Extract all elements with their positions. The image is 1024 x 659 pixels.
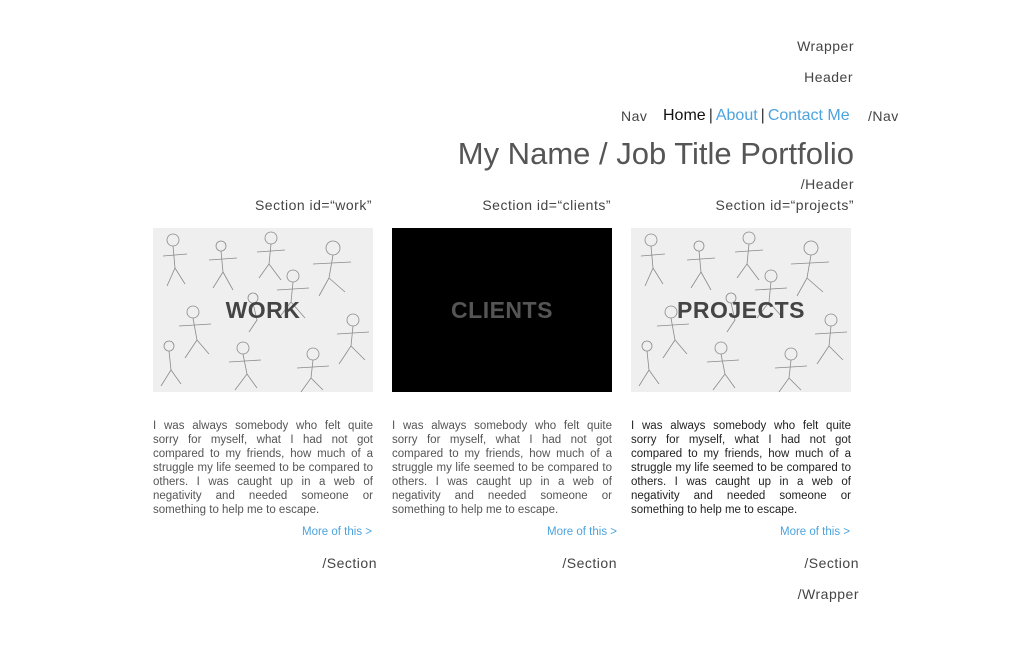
nav-contact-link[interactable]: Contact Me [768,107,850,124]
wrapper-close-marker: /Wrapper [797,586,859,602]
nav-home-link[interactable]: Home [663,107,706,124]
main-nav: Home | About | Contact Me [663,107,850,125]
work-more-link[interactable]: More of this > [302,526,372,538]
nav-separator: | [708,107,713,124]
clients-more-link[interactable]: More of this > [547,526,617,538]
nav-separator: | [760,107,765,124]
header-close-marker: /Header [800,176,854,192]
work-tile[interactable]: WORK [153,228,373,392]
work-tile-label: WORK [225,296,301,323]
section-projects-marker: Section id=“projects” [715,197,854,213]
section-projects-close-marker: /Section [804,555,859,571]
clients-description: I was always somebody who felt quite sor… [392,420,612,516]
section-work-close-marker: /Section [322,555,377,571]
projects-more-link[interactable]: More of this > [780,526,850,538]
clients-tile-label: CLIENTS [451,296,553,323]
nav-open-marker: Nav [621,108,648,124]
projects-tile-label: PROJECTS [677,296,805,323]
work-description: I was always somebody who felt quite sor… [153,420,373,516]
projects-description: I was always somebody who felt quite sor… [631,420,851,516]
clients-tile[interactable]: CLIENTS [392,228,612,392]
wrapper-open-marker: Wrapper [797,38,854,54]
header-open-marker: Header [804,69,853,85]
section-clients-close-marker: /Section [562,555,617,571]
nav-close-marker: /Nav [868,108,899,124]
section-clients-marker: Section id=“clients” [482,197,611,213]
section-work-marker: Section id=“work” [254,197,372,213]
page-title: My Name / Job Title Portfolio [457,136,854,171]
projects-tile[interactable]: PROJECTS [631,228,851,392]
nav-about-link[interactable]: About [716,107,758,124]
